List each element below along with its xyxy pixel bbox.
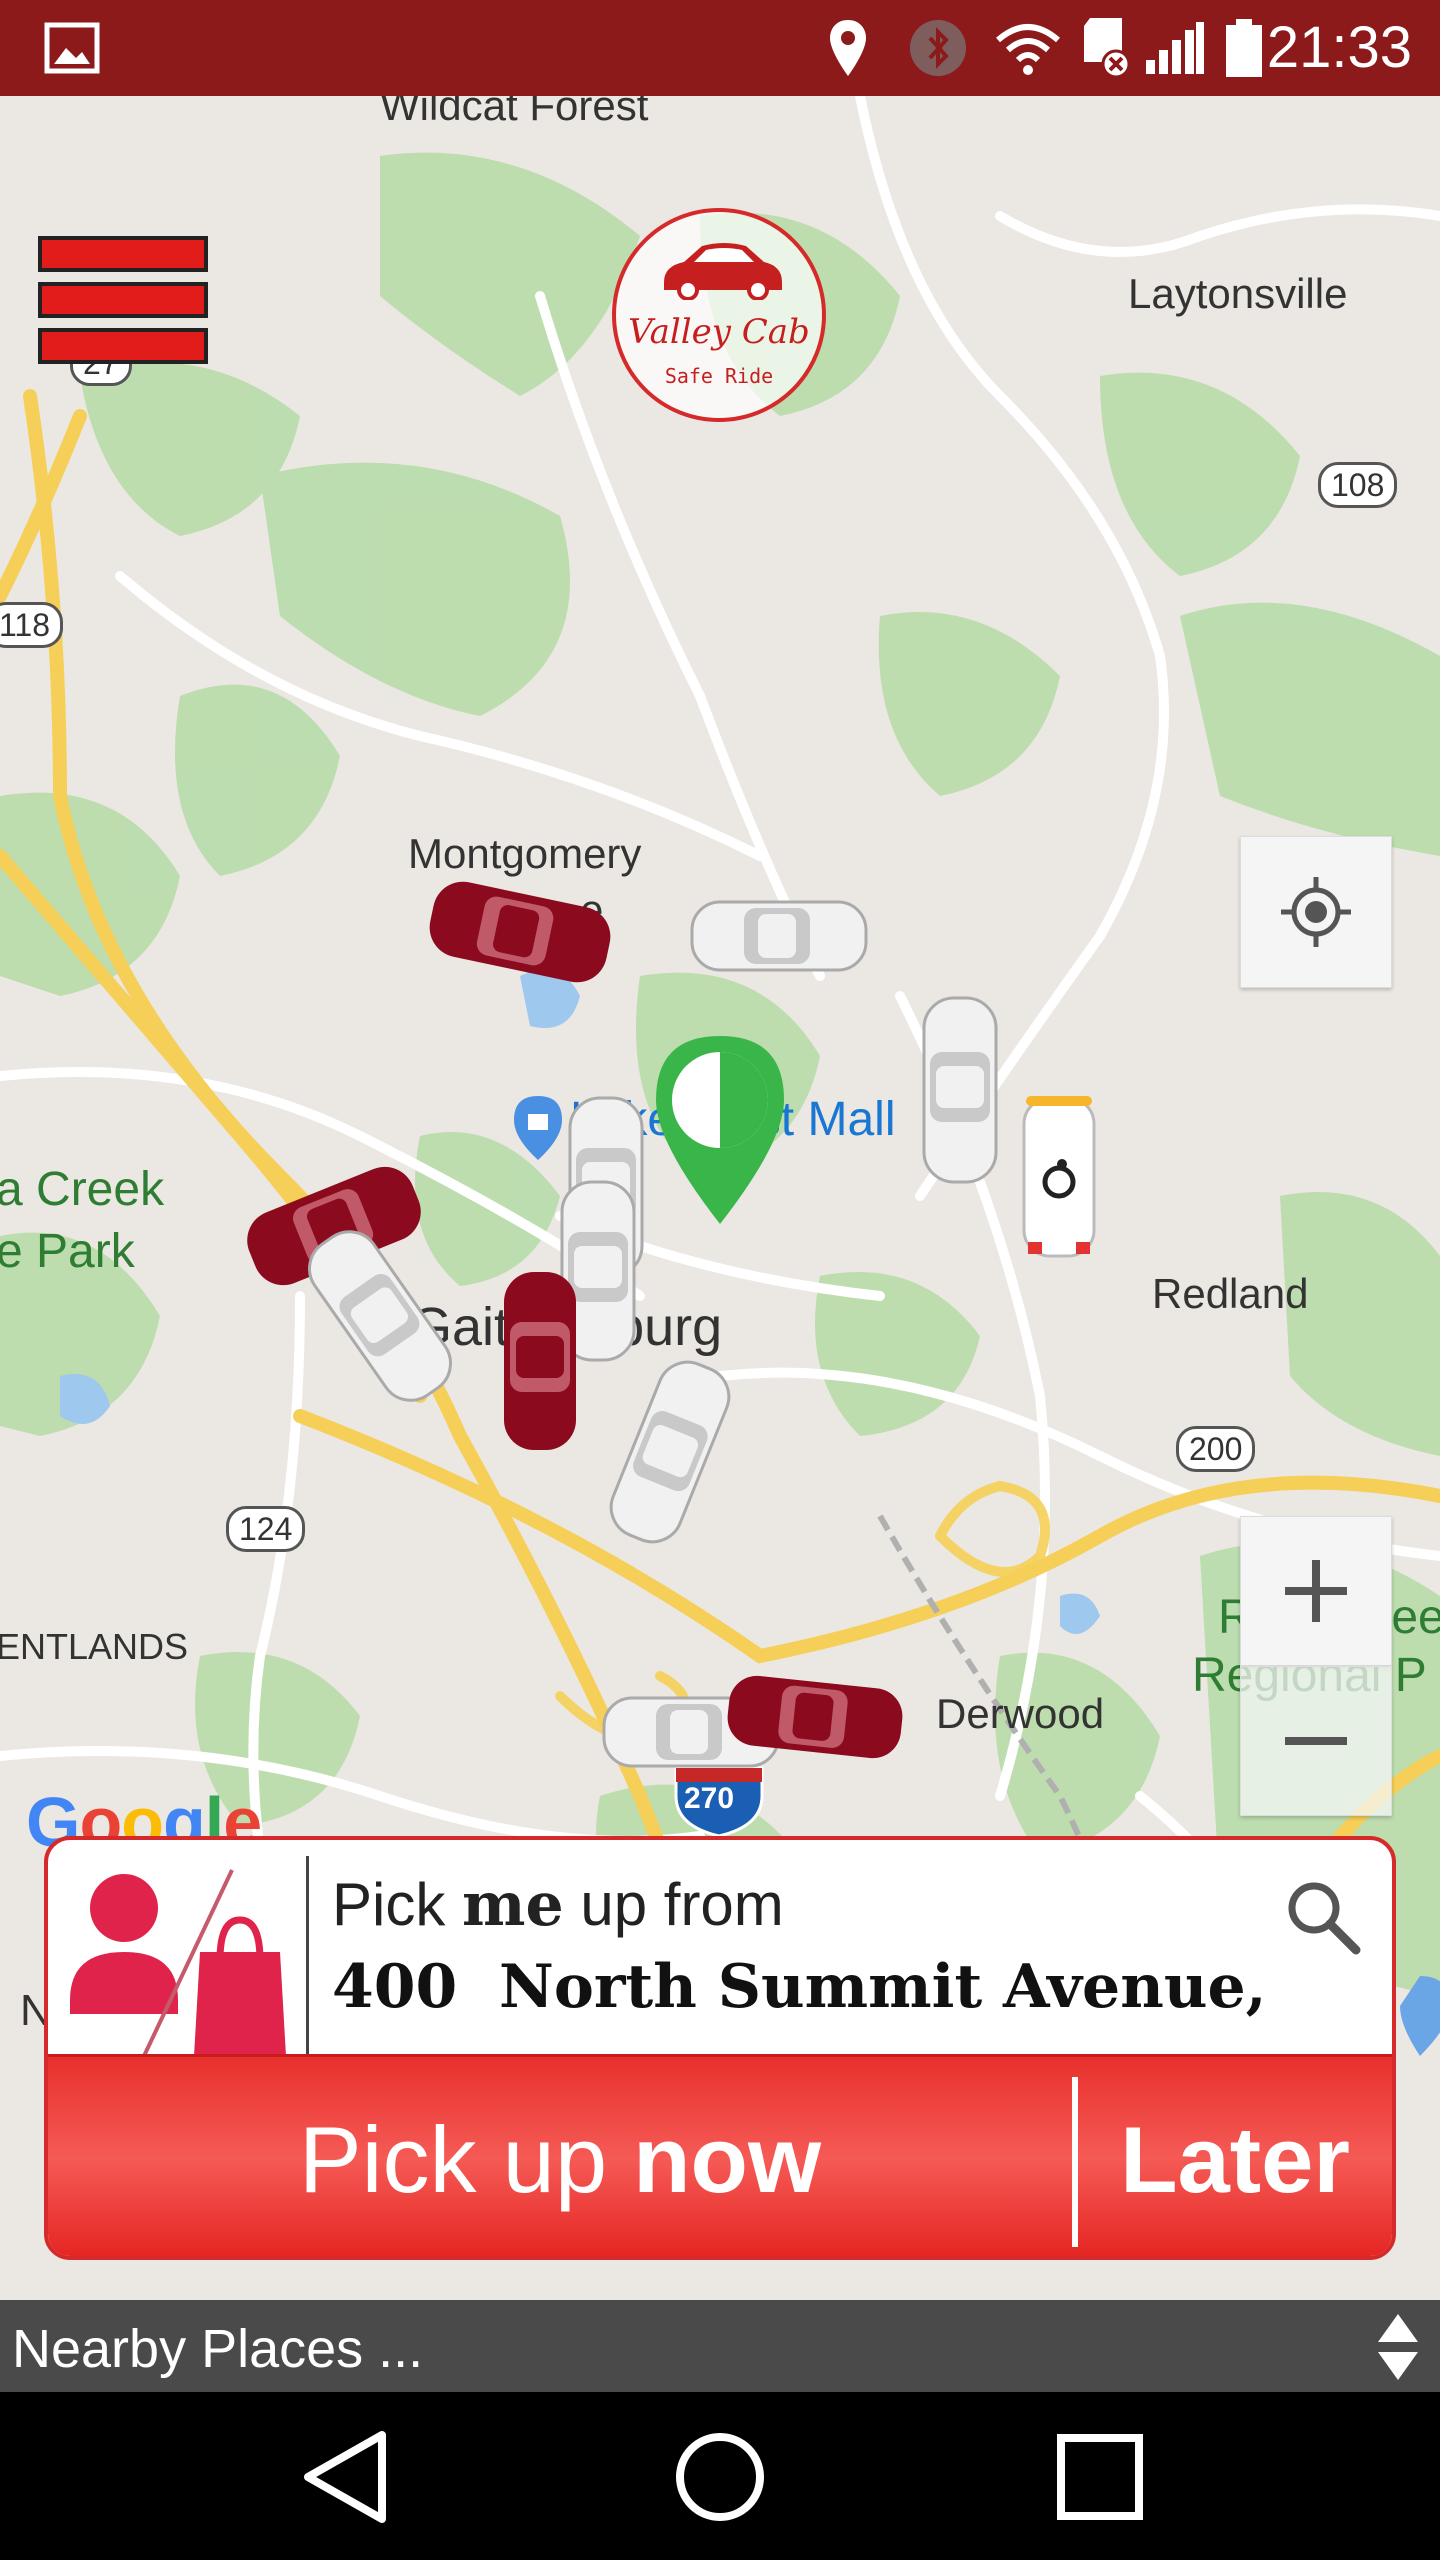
logo-title: Valley Cab — [628, 312, 810, 352]
bluetooth-icon — [908, 18, 968, 78]
status-time: 21:33 — [1266, 15, 1412, 80]
map-label-entlands: ENTLANDS — [0, 1626, 189, 1667]
system-navigation-bar — [0, 2392, 1440, 2560]
car-maroon — [429, 881, 611, 983]
crosshair-icon — [1281, 877, 1351, 947]
minus-icon — [1285, 1737, 1347, 1745]
up-down-arrows-icon — [1378, 2314, 1418, 2380]
pickup-heading-suffix: up from — [580, 1871, 784, 1938]
car-white — [609, 1360, 731, 1544]
pickup-heading-emphasis: me — [462, 1870, 564, 1940]
pickup-divider — [306, 1856, 309, 2056]
route-shield: 200 — [1176, 1426, 1256, 1472]
home-button[interactable] — [665, 2422, 775, 2532]
car-logo-icon — [664, 243, 782, 300]
map-label-laytonsville: Laytonsville — [1128, 270, 1348, 317]
route-shield: 124 — [226, 1506, 306, 1552]
zoom-in-button[interactable] — [1240, 1516, 1392, 1666]
map-label-park: e Park — [0, 1225, 135, 1278]
route-shield-interstate: 270 — [684, 1782, 735, 1815]
pick-up-now-bold-label: now — [633, 2107, 822, 2212]
valley-cab-logo: Valley Cab Safe Ride — [612, 208, 826, 422]
car-white — [308, 1230, 452, 1402]
map-label-derwood: Derwood — [936, 1690, 1105, 1737]
pickup-location-pin[interactable] — [650, 1030, 790, 1230]
back-button[interactable] — [290, 2422, 400, 2532]
pick-up-now-button[interactable]: Pick up now — [48, 2057, 1072, 2256]
map-label-montgomery: Montgomery — [408, 830, 642, 877]
map-label-wildcat-forest: Wildcat Forest — [380, 96, 649, 129]
pick-up-now-label: Pick up — [298, 2107, 608, 2212]
pickup-heading-prefix: Pick — [332, 1871, 446, 1938]
later-button[interactable]: Later — [1078, 2057, 1392, 2256]
car-white — [922, 996, 998, 1184]
map-label-creek: a Creek — [0, 1163, 165, 1216]
location-icon — [828, 18, 868, 78]
route-shield: 118 — [0, 602, 64, 648]
image-icon — [44, 18, 100, 78]
car-maroon — [727, 1675, 903, 1759]
pickup-heading: Pick me up from — [332, 1870, 784, 1940]
pickup-panel: Pick me up from 400 North Summit Avenue,… — [44, 1836, 1396, 2260]
pickup-address[interactable]: 400 North Summit Avenue, — [332, 1952, 1332, 2022]
signal-icon — [1144, 18, 1206, 78]
wifi-icon — [996, 18, 1060, 78]
battery-icon — [1224, 18, 1264, 78]
status-bar: 21:33 — [0, 0, 1440, 96]
home-circle-icon — [676, 2433, 764, 2521]
zoom-out-button[interactable] — [1240, 1666, 1392, 1816]
sd-card-icon — [1080, 18, 1132, 79]
recents-square-icon — [1057, 2434, 1143, 2520]
my-location-button[interactable] — [1240, 836, 1392, 988]
plus-icon — [1285, 1560, 1347, 1622]
logo-tagline: Safe Ride — [664, 364, 774, 388]
route-shield: 108 — [1318, 462, 1398, 508]
nearby-places-dropdown[interactable]: Nearby Places ... — [0, 2300, 1440, 2392]
menu-button[interactable] — [38, 236, 208, 364]
wheelchair-car — [1022, 1096, 1096, 1258]
search-icon[interactable] — [1282, 1876, 1362, 1956]
map-label-redland: Redland — [1152, 1270, 1309, 1317]
recents-button[interactable] — [1045, 2422, 1155, 2532]
pickup-buttons: Pick up now Later — [48, 2054, 1392, 2256]
back-triangle-icon — [304, 2431, 386, 2523]
car-white — [690, 900, 868, 972]
car-maroon — [504, 1272, 576, 1450]
person-shopping-bag-icon — [70, 1869, 286, 2057]
nearby-places-label: Nearby Places ... — [12, 2319, 424, 2379]
